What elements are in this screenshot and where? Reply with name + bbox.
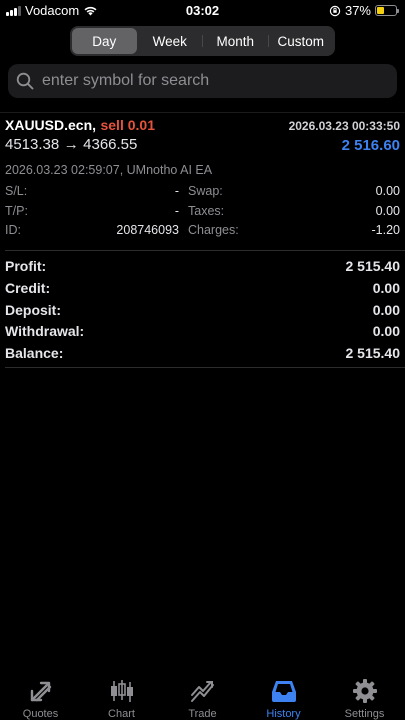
period-month[interactable]: Month — [203, 28, 268, 54]
trade-icon — [190, 681, 214, 702]
tab-label: Chart — [108, 708, 135, 720]
deal-comment: 2026.03.23 02:59:07, UMnotho AI EA — [5, 163, 213, 177]
tab-bar: Quotes Chart Trade History Settings — [0, 670, 405, 720]
charges-label: Charges: — [188, 223, 239, 237]
tab-history[interactable]: History — [243, 670, 324, 720]
deal-open-price: 4513.38 — [5, 136, 60, 153]
tab-label: Settings — [344, 708, 385, 720]
tab-label: Trade — [188, 708, 217, 720]
settings-icon — [352, 679, 377, 703]
quotes-icon — [30, 681, 51, 702]
period-week[interactable]: Week — [138, 28, 203, 54]
summary-balance-value: 2 515.40 — [345, 345, 401, 361]
tab-trade[interactable]: Trade — [162, 670, 243, 720]
deal-close-time: 2026.03.23 00:33:50 — [288, 119, 400, 133]
summary-deposit-value: 0.00 — [372, 302, 400, 318]
status-right: 37% — [329, 3, 399, 18]
search-bar[interactable] — [8, 64, 397, 98]
summary-profit-label: Profit: — [5, 258, 47, 274]
orientation-lock-icon — [329, 5, 341, 16]
tab-chart[interactable]: Chart — [81, 670, 162, 720]
tab-quotes[interactable]: Quotes — [0, 670, 81, 720]
summary-credit-label: Credit: — [5, 280, 51, 296]
period-selector: Day Week Month Custom — [70, 26, 335, 56]
chart-icon — [110, 680, 133, 702]
swap-label: Swap: — [188, 184, 223, 198]
deal-prices: 4513.38 → 4366.55 2 516.60 — [5, 136, 400, 156]
summary-balance-label: Balance: — [5, 345, 64, 361]
swap-value: 0.00 — [375, 184, 400, 198]
app-root: Vodacom 03:02 37% Day Week Month Custom — [0, 0, 405, 720]
search-input[interactable] — [42, 72, 372, 90]
tp-value: - — [174, 204, 179, 218]
tab-label: Quotes — [22, 708, 59, 720]
divider — [5, 250, 405, 251]
divider — [0, 112, 405, 113]
tab-label: History — [266, 708, 301, 720]
summary-credit-value: 0.00 — [372, 280, 400, 296]
price-arrow: → — [63, 136, 79, 153]
tp-label: T/P: — [5, 204, 28, 218]
divider — [5, 367, 405, 368]
period-day[interactable]: Day — [72, 28, 137, 54]
deal-header: XAUUSD.ecn, sell 0.01 2026.03.23 00:33:5… — [5, 117, 400, 135]
summary-profit-value: 2 515.40 — [345, 258, 401, 274]
battery-icon — [375, 5, 399, 16]
period-custom[interactable]: Custom — [269, 28, 334, 54]
taxes-value: 0.00 — [375, 204, 400, 218]
charges-value: -1.20 — [371, 223, 401, 237]
deal-close-price: 4366.55 — [83, 136, 138, 153]
deal-side: sell 0.01 — [100, 117, 155, 133]
search-icon — [16, 72, 34, 90]
tab-settings[interactable]: Settings — [324, 670, 405, 720]
history-icon — [271, 681, 296, 702]
deal-profit: 2 516.60 — [341, 137, 400, 154]
summary-withdrawal-label: Withdrawal: — [5, 323, 85, 339]
taxes-label: Taxes: — [188, 204, 225, 218]
status-bar: Vodacom 03:02 37% — [0, 0, 405, 22]
sl-label: S/L: — [5, 184, 28, 198]
sl-value: - — [174, 184, 179, 198]
id-label: ID: — [5, 223, 21, 237]
battery-percent: 37% — [344, 3, 371, 18]
summary-deposit-label: Deposit: — [5, 302, 61, 318]
id-value: 208746093 — [116, 223, 179, 237]
deal-symbol: XAUUSD.ecn, — [5, 117, 97, 133]
summary-withdrawal-value: 0.00 — [372, 323, 400, 339]
